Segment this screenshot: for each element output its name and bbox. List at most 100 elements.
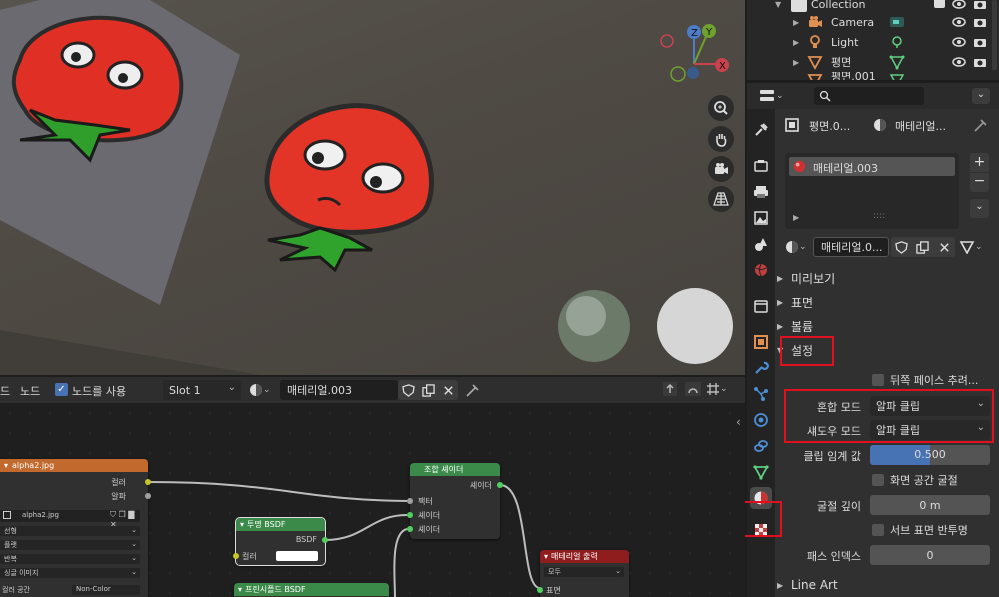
output-target-dropdown[interactable]: 모두 ⌄: [544, 567, 624, 577]
mix-output-socket[interactable]: [497, 482, 503, 488]
pin-icon[interactable]: [974, 118, 988, 132]
interpolation-dropdown[interactable]: 선형 ⌄: [0, 526, 140, 536]
panel-surface[interactable]: ▶ 표면: [777, 291, 992, 313]
tab-view-layer[interactable]: [750, 207, 772, 229]
snap-mode-dropdown[interactable]: ⌄: [706, 381, 736, 397]
mesh-data-icon[interactable]: [889, 54, 905, 70]
render-camera-icon[interactable]: [973, 0, 987, 11]
properties-search-input[interactable]: [814, 87, 924, 105]
transparent-color-swatch[interactable]: [276, 551, 318, 561]
output-alpha-socket[interactable]: [145, 493, 151, 499]
menu-item-partial[interactable]: 드: [0, 383, 10, 399]
node-material-name-field[interactable]: 매테리얼.003: [280, 380, 398, 400]
clip-threshold-slider[interactable]: 0.500: [870, 445, 990, 465]
subsurface-translucency-checkbox[interactable]: [872, 524, 884, 536]
material-output-node[interactable]: ▾ 매테리얼 출력 모두 ⌄ 표면: [537, 550, 629, 597]
tab-render[interactable]: [750, 155, 772, 177]
camera-data-icon[interactable]: [889, 14, 905, 30]
outliner-item[interactable]: ▶ 평면: [747, 52, 999, 72]
eye-icon[interactable]: [952, 35, 966, 49]
panel-line-art[interactable]: ▶ Line Art: [777, 574, 992, 596]
image-texture-node[interactable]: ▾ alpha2.jpg 컬러 알파 alpha2.jpg ⛉ ❐ ▇ ✕ 선형 ⌄…: [0, 459, 151, 597]
expand-arrow-icon[interactable]: ▶: [793, 213, 799, 222]
outliner-item[interactable]: ▶ Light: [747, 32, 999, 52]
perspective-toggle[interactable]: [708, 186, 734, 212]
menu-node[interactable]: 노드: [20, 383, 40, 399]
screen-space-refraction-checkbox[interactable]: [872, 474, 884, 486]
options-dropdown[interactable]: ⌄: [972, 88, 990, 104]
expand-arrow-icon[interactable]: ▶: [793, 38, 799, 47]
pan-tool[interactable]: [708, 126, 734, 152]
expand-arrow-icon[interactable]: ▶: [793, 58, 799, 67]
use-nodes-checkbox[interactable]: ✓: [55, 383, 68, 396]
material-browse-button[interactable]: ⌄: [249, 380, 279, 400]
backface-culling-checkbox[interactable]: [872, 374, 884, 386]
snap-icon[interactable]: [684, 381, 702, 397]
duplicate-icon[interactable]: [421, 383, 435, 397]
tab-tool[interactable]: [750, 119, 772, 141]
tab-output[interactable]: [750, 181, 772, 203]
panel-settings[interactable]: ▼ 설정: [777, 339, 992, 361]
pin-icon[interactable]: [466, 383, 480, 397]
refraction-depth-field[interactable]: 0 m: [870, 495, 990, 515]
3d-viewport[interactable]: Z Y X: [0, 0, 745, 375]
link-type-dropdown[interactable]: ⌄: [959, 237, 991, 257]
collection-checkbox[interactable]: [934, 0, 945, 8]
tab-physics[interactable]: [750, 409, 772, 431]
tab-constraints[interactable]: [750, 435, 772, 457]
slot-specials-button[interactable]: ⌄: [970, 199, 989, 218]
shadow-mode-dropdown[interactable]: 알파 클립 ⌄: [870, 420, 990, 440]
extension-dropdown[interactable]: 반복 ⌄: [0, 554, 140, 564]
outliner-scrollbar[interactable]: [992, 0, 997, 70]
expand-arrow-icon[interactable]: ▶: [793, 18, 799, 27]
node-editor-canvas[interactable]: ▾ alpha2.jpg 컬러 알파 alpha2.jpg ⛉ ❐ ▇ ✕ 선형 ⌄…: [0, 403, 745, 597]
source-dropdown[interactable]: 싱글 이미지 ⌄: [0, 568, 140, 578]
mix-shader-a-socket[interactable]: [407, 512, 413, 518]
outliner-item[interactable]: ▶ Camera: [747, 12, 999, 32]
colorspace-dropdown[interactable]: Non-Color: [72, 585, 140, 595]
blend-mode-dropdown[interactable]: 알파 클립 ⌄: [870, 396, 990, 416]
eye-icon[interactable]: [952, 15, 966, 29]
fake-user-shield-icon[interactable]: [895, 240, 908, 254]
mesh-data-icon[interactable]: [889, 72, 905, 80]
transparent-output-socket[interactable]: [322, 537, 328, 543]
tab-material[interactable]: [750, 487, 772, 509]
mix-factor-socket[interactable]: [407, 498, 413, 504]
panel-volume[interactable]: ▶ 볼륨: [777, 315, 992, 337]
camera-view-tool[interactable]: [708, 156, 734, 182]
add-slot-button[interactable]: +: [970, 153, 989, 172]
light-data-icon[interactable]: [889, 34, 905, 50]
close-icon[interactable]: [442, 384, 455, 397]
principled-bsdf-node[interactable]: ▾ 프린시플드 BSDF: [234, 583, 389, 597]
projection-dropdown[interactable]: 플랫 ⌄: [0, 540, 140, 550]
tab-modifiers[interactable]: [750, 357, 772, 379]
material-browse-button[interactable]: ⌄: [785, 237, 813, 257]
material-name-field[interactable]: 매테리얼.0...: [813, 237, 889, 257]
tab-object[interactable]: [750, 331, 772, 353]
image-datablock[interactable]: alpha2.jpg ⛉ ❐ ▇ ✕: [0, 510, 140, 529]
output-color-socket[interactable]: [145, 479, 151, 485]
pass-index-field[interactable]: 0: [870, 545, 990, 565]
transparent-bsdf-node-header[interactable]: ▾ 투명 BSDF: [236, 518, 325, 531]
material-slot-item[interactable]: 매테리얼.003: [789, 157, 955, 176]
eye-icon[interactable]: [952, 55, 966, 69]
principled-bsdf-node-header[interactable]: ▾ 프린시플드 BSDF: [234, 583, 389, 596]
fake-user-shield-icon[interactable]: [401, 383, 415, 397]
close-icon[interactable]: [938, 241, 951, 254]
material-slot-list[interactable]: 매테리얼.003 ▶ ::::: [785, 153, 959, 229]
image-texture-node-header[interactable]: ▾ alpha2.jpg: [0, 459, 148, 472]
panel-preview[interactable]: ▶ 미리보기: [777, 267, 992, 289]
output-surface-socket[interactable]: [537, 587, 543, 593]
render-camera-icon[interactable]: [973, 35, 987, 49]
resize-grip-icon[interactable]: ::::: [873, 211, 885, 221]
zoom-tool[interactable]: [708, 95, 734, 121]
sidebar-toggle-arrow-icon[interactable]: ‹: [736, 415, 741, 429]
tab-scene[interactable]: [750, 233, 772, 255]
duplicate-icon[interactable]: [916, 240, 930, 254]
transparent-color-socket[interactable]: [233, 553, 239, 559]
tab-collection[interactable]: [750, 295, 772, 317]
outliner-item[interactable]: 평면.001: [747, 72, 999, 80]
mix-shader-node-header[interactable]: 조합 셰이더: [410, 463, 500, 476]
editor-type-button[interactable]: ⌄: [759, 87, 789, 105]
expand-arrow-icon[interactable]: ▼: [775, 0, 781, 9]
